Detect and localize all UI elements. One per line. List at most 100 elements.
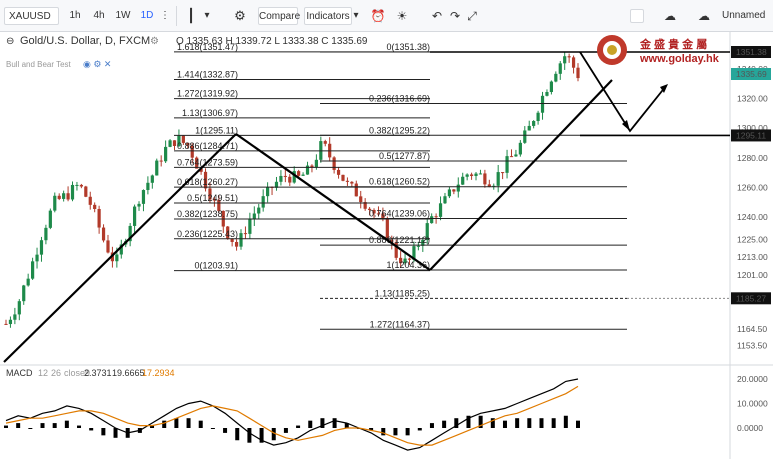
color-box-icon[interactable] — [630, 9, 644, 23]
macd-pane — [4, 378, 580, 451]
fib-right-label: 0(1351.38) — [386, 42, 430, 52]
price-badge-text: 1351.38 — [736, 47, 767, 57]
indicators-button[interactable]: Indicators — [304, 7, 352, 25]
interval-1d[interactable]: 1D — [138, 7, 156, 25]
collapse-arrow-icon[interactable]: ⊖ — [6, 36, 14, 47]
candle-body — [141, 190, 146, 204]
macd-histogram-bar — [210, 428, 215, 429]
price-axis-label: 1280.00 — [737, 153, 768, 163]
candle-body — [452, 189, 456, 192]
candle-body — [84, 186, 88, 197]
candle-body — [88, 196, 92, 205]
candle-body — [478, 173, 483, 175]
macd-histogram-bar — [417, 428, 422, 431]
macd-histogram-bar — [186, 418, 191, 428]
more-intervals-icon[interactable]: ⋮ — [160, 7, 170, 25]
cloud-load-icon[interactable]: ☁ — [660, 7, 680, 25]
price-badge-text: 1185.27 — [736, 293, 766, 303]
indicators-menu-icon[interactable]: ▾ — [352, 7, 360, 25]
candle-body — [62, 193, 66, 199]
fullscreen-icon[interactable]: ⤢ — [465, 7, 479, 25]
candle-body — [576, 67, 580, 79]
candle-body — [137, 203, 141, 207]
candle-body — [75, 184, 79, 186]
candle-body — [571, 57, 576, 68]
settings-gear-icon[interactable]: ⚙ — [232, 7, 248, 25]
candle-body — [150, 175, 154, 183]
interval-4h[interactable]: 4h — [90, 7, 108, 25]
fib-right-label: 0.382(1295.22) — [369, 125, 430, 135]
price-axis-label: 1320.00 — [737, 94, 768, 104]
macd-histogram-bar — [442, 420, 447, 428]
candle-body — [443, 196, 447, 204]
macd-axis-label: 20.0000 — [737, 374, 768, 384]
candle-body — [17, 301, 21, 315]
candle-body — [115, 254, 119, 262]
macd-histogram-bar — [162, 420, 167, 428]
layout-name[interactable]: Unnamed — [722, 7, 765, 25]
candle-body — [26, 278, 30, 286]
trend-line-up-2 — [429, 79, 613, 271]
fib-left-label: 0.382(1238.75) — [177, 209, 238, 219]
legend-settings-icon[interactable]: ⚙ — [150, 36, 159, 47]
candle-body — [31, 261, 35, 279]
candle-body — [416, 245, 420, 247]
macd-histogram-bar — [429, 423, 434, 428]
candle-body — [563, 56, 567, 64]
candle-body — [501, 172, 505, 174]
candle-body — [549, 81, 553, 93]
price-axis-label: 1164.50 — [737, 324, 767, 334]
macd-histogram-bar — [4, 425, 8, 428]
indicator-controls-icon[interactable]: ◉ ⚙ ✕ — [83, 59, 111, 70]
candle-body — [57, 195, 61, 199]
compare-button[interactable]: Compare — [258, 7, 300, 25]
candle-body — [288, 176, 292, 183]
candle-body — [527, 125, 531, 131]
fib-left-label: 0(1203.91) — [194, 261, 238, 271]
fib-right-label: 1.272(1164.37) — [370, 319, 430, 329]
candle-body — [438, 203, 443, 217]
candle-body — [13, 314, 17, 320]
macd-axis-label: 0.0000 — [737, 423, 763, 433]
candle-body — [354, 183, 358, 197]
candle-body — [283, 175, 287, 177]
macd-histogram-bar — [527, 418, 532, 428]
brand-url: www.golday.hk — [639, 53, 720, 65]
interval-1w[interactable]: 1W — [114, 7, 132, 25]
candle-body — [465, 174, 469, 177]
symbol-search[interactable]: XAUUSD — [4, 7, 59, 25]
candle-body — [456, 184, 460, 192]
macd-value: 19.6665 — [112, 368, 145, 378]
fib-left-label: 1(1295.11) — [195, 125, 238, 135]
chart-area[interactable]: 1.786(1366.79)1.618(1351.47)1.414(1332.8… — [0, 19, 773, 459]
candle-body — [323, 141, 327, 144]
candle-body — [70, 184, 75, 200]
undo-icon[interactable]: ↶ — [430, 7, 444, 25]
candles-icon[interactable]: ┃ — [184, 7, 198, 25]
candle-body — [434, 216, 438, 218]
macd-axis: 20.0000 10.0000 0.0000 — [737, 374, 768, 433]
macd-histogram-bar — [223, 428, 228, 433]
cloud-save-icon[interactable]: ☁ — [694, 7, 714, 25]
candle-body — [172, 140, 177, 146]
candle-body — [341, 174, 345, 181]
macd-histogram-bar — [405, 428, 410, 436]
interval-1h[interactable]: 1h — [66, 7, 84, 25]
macd-histogram-bar — [174, 418, 179, 428]
macd-histogram-bar — [576, 420, 580, 428]
replay-icon[interactable]: ☀ — [394, 7, 410, 25]
chart-style-icon[interactable]: ▾ — [200, 7, 214, 25]
fibonacci-levels: 1.786(1366.79)1.618(1351.47)1.414(1332.8… — [174, 19, 730, 330]
redo-icon[interactable]: ↷ — [448, 7, 462, 25]
candle-body — [345, 180, 350, 182]
price-axis-label: 1213.00 — [737, 252, 768, 262]
candle-body — [297, 171, 301, 176]
macd-histogram-bar — [40, 423, 45, 428]
price-chart[interactable]: 1.786(1366.79)1.618(1351.47)1.414(1332.8… — [0, 19, 773, 459]
candle-body — [447, 189, 452, 197]
candle-body — [243, 233, 248, 235]
candle-body — [48, 210, 52, 228]
candle-body — [314, 159, 318, 168]
candle-body — [101, 227, 106, 241]
alert-icon[interactable]: ⏰ — [370, 7, 386, 25]
